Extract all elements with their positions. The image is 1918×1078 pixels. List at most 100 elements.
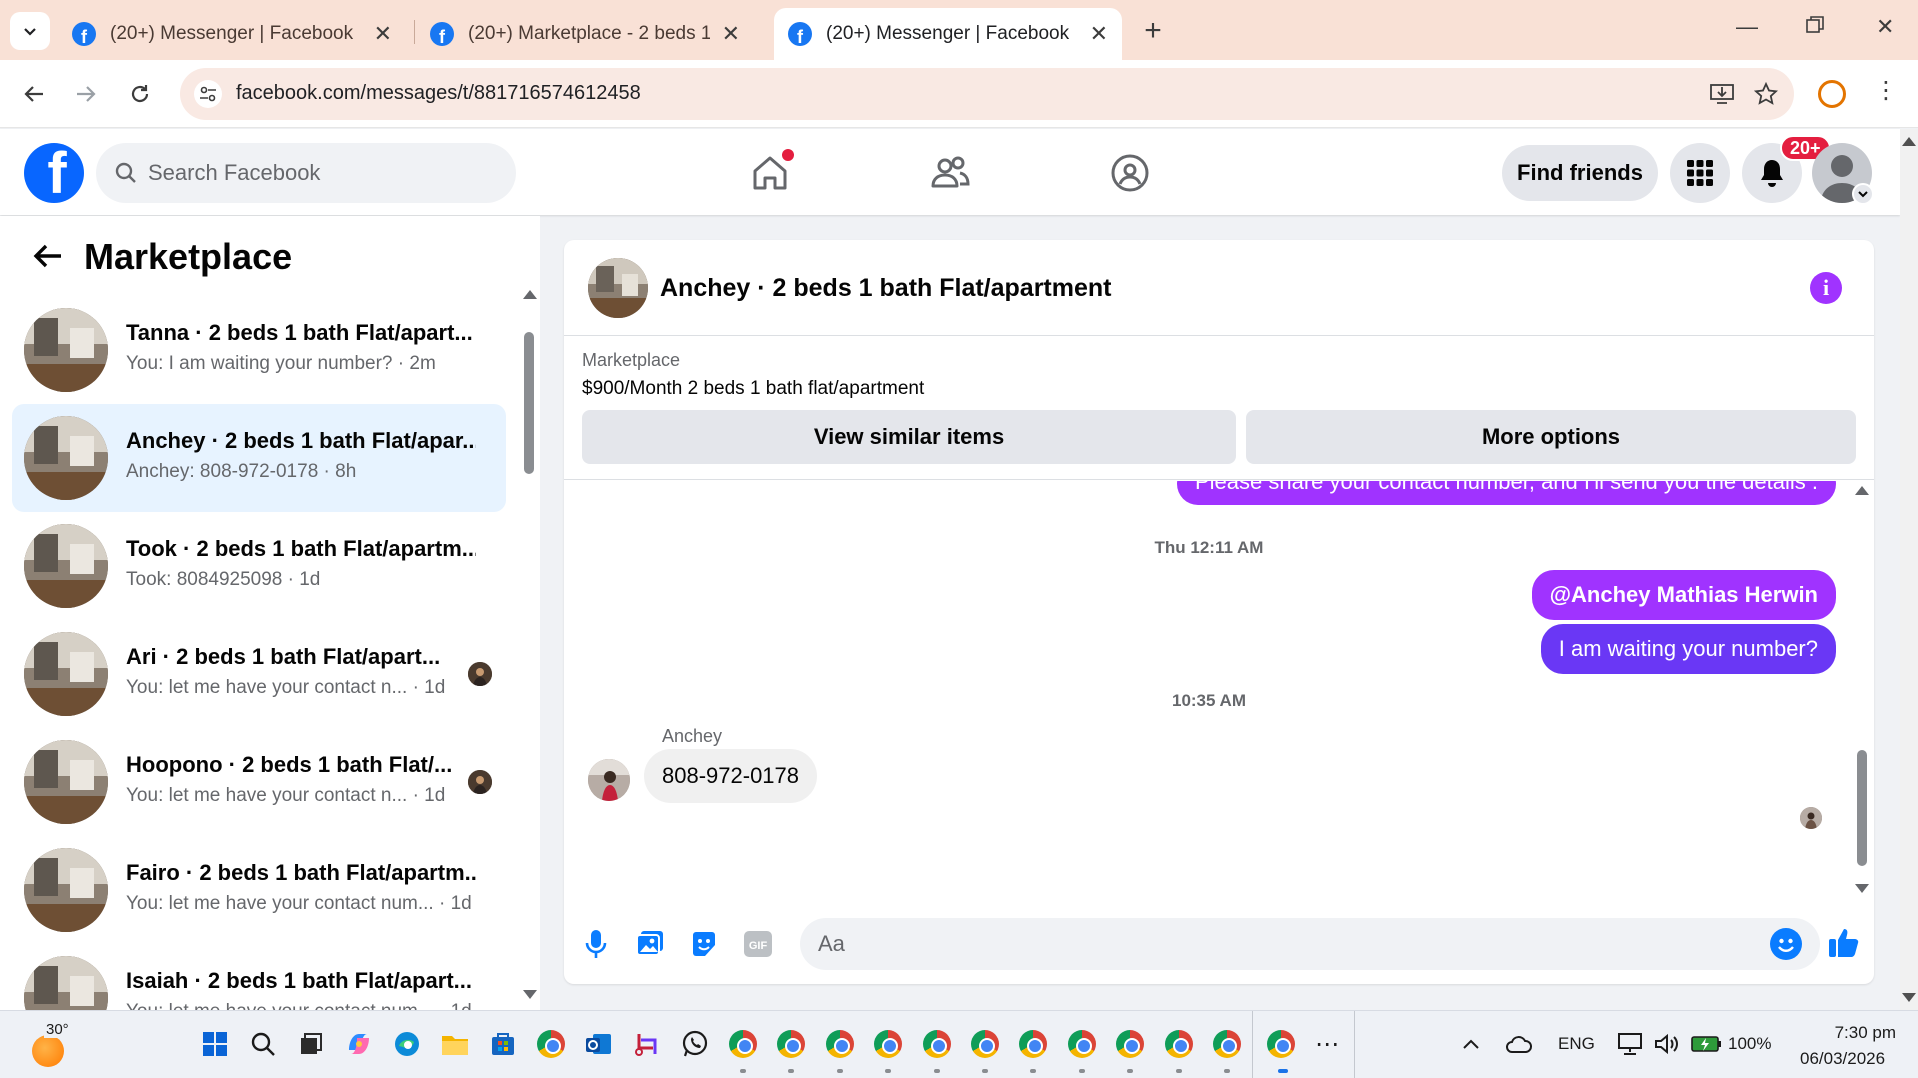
facebook-logo-icon[interactable]: f (24, 143, 84, 203)
chrome-window-icon[interactable] (871, 1027, 905, 1061)
new-tab-button[interactable]: + (1136, 14, 1170, 48)
scroll-up-arrow-icon[interactable] (1902, 137, 1916, 146)
conversation-item[interactable]: Ari · 2 beds 1 bath Flat/apart... You: le… (12, 620, 506, 728)
chrome-window-icon[interactable] (774, 1027, 808, 1061)
reload-button[interactable] (120, 74, 160, 114)
browser-menu-icon[interactable]: ⋮ (1874, 76, 1898, 105)
attach-photo-icon[interactable] (632, 926, 668, 962)
chrome-window-icon[interactable] (823, 1027, 857, 1061)
chrome-window-icon[interactable] (968, 1027, 1002, 1061)
home-nav-button[interactable] (744, 147, 796, 199)
listing-thumbnail[interactable] (588, 258, 648, 318)
outgoing-message-mention[interactable]: @Anchey Mathias Herwin (1531, 570, 1836, 620)
url-text[interactable]: facebook.com/messages/t/881716574612458 (236, 82, 641, 105)
input-language[interactable]: ENG (1558, 1034, 1595, 1054)
close-tab-icon[interactable]: ✕ (374, 21, 392, 47)
gif-icon[interactable]: GIF (740, 926, 776, 962)
site-info-icon[interactable] (194, 80, 222, 108)
chrome-window-icon[interactable] (726, 1027, 760, 1061)
task-view-icon[interactable] (294, 1027, 328, 1061)
more-options-button[interactable]: More options (1246, 410, 1856, 464)
conversation-scrollbar[interactable] (520, 290, 537, 1000)
chrome-window-icon[interactable] (920, 1027, 954, 1061)
outgoing-message-bubble[interactable]: I am waiting your number? (1540, 624, 1836, 674)
whatsapp-icon[interactable] (678, 1027, 712, 1061)
message-input-container[interactable] (800, 918, 1820, 970)
menu-grid-button[interactable] (1670, 143, 1730, 203)
chrome-window-icon[interactable] (1210, 1027, 1244, 1061)
search-icon[interactable] (246, 1027, 280, 1061)
scroll-down-arrow-icon[interactable] (1855, 884, 1869, 893)
outlook-icon[interactable] (582, 1027, 616, 1061)
address-bar[interactable]: facebook.com/messages/t/881716574612458 (180, 68, 1794, 120)
weather-widget[interactable]: 30° (30, 1021, 71, 1067)
browser-tab-1[interactable]: f (20+) Messenger | Facebook ✕ (58, 8, 406, 60)
browser-tab-3-active[interactable]: f (20+) Messenger | Facebook ✕ (774, 8, 1122, 60)
groups-nav-button[interactable] (1104, 147, 1156, 199)
chrome-window-icon[interactable] (1065, 1027, 1099, 1061)
network-icon[interactable] (1614, 1027, 1648, 1061)
browser-profile-icon[interactable] (1818, 80, 1846, 108)
close-window-icon[interactable]: ✕ (1876, 14, 1894, 40)
file-explorer-icon[interactable] (438, 1027, 472, 1061)
volume-icon[interactable] (1650, 1027, 1684, 1061)
conversation-item[interactable]: Hoopono · 2 beds 1 bath Flat/... You: let… (12, 728, 506, 836)
outgoing-message-bubble-cut[interactable]: Please share your contact number, and I'… (1176, 481, 1836, 505)
friends-nav-button[interactable] (924, 147, 976, 199)
chrome-window-icon[interactable] (1162, 1027, 1196, 1061)
scroll-down-arrow-icon[interactable] (1902, 993, 1916, 1002)
emoji-icon[interactable] (1770, 928, 1802, 960)
info-icon[interactable]: i (1810, 272, 1842, 304)
conversation-item[interactable]: Isaiah · 2 beds 1 bath Flat/apart... You:… (12, 944, 506, 1010)
conversation-item[interactable]: Anchey · 2 beds 1 bath Flat/apar... Anche… (12, 404, 506, 512)
show-hidden-icons-chevron-up-icon[interactable] (1454, 1027, 1488, 1061)
onedrive-cloud-icon[interactable] (1502, 1027, 1536, 1061)
facebook-search[interactable] (96, 143, 516, 203)
windows-start-icon[interactable] (198, 1027, 232, 1061)
search-input[interactable] (148, 153, 498, 193)
browser-tab-2[interactable]: f (20+) Marketplace - 2 beds 1 ba ✕ (416, 8, 754, 60)
thread-scrollbar[interactable] (1854, 486, 1870, 896)
conversation-item[interactable]: Took · 2 beds 1 bath Flat/apartm... Took:… (12, 512, 506, 620)
forward-button[interactable] (66, 74, 106, 114)
chrome-window-active[interactable] (1264, 1027, 1298, 1061)
scrollbar-thumb[interactable] (524, 332, 534, 474)
view-similar-items-button[interactable]: View similar items (582, 410, 1236, 464)
close-tab-icon[interactable]: ✕ (1090, 21, 1108, 47)
voice-clip-icon[interactable] (578, 926, 614, 962)
snipping-tool-icon[interactable] (630, 1027, 664, 1061)
conversation-item[interactable]: Fairo · 2 beds 1 bath Flat/apartm... You:… (12, 836, 506, 944)
chrome-window-icon[interactable] (1016, 1027, 1050, 1061)
scroll-up-arrow-icon[interactable] (1855, 486, 1869, 495)
restore-icon[interactable] (1806, 14, 1824, 40)
scroll-down-arrow-icon[interactable] (523, 990, 537, 999)
clock-date[interactable]: 06/03/2026 (1800, 1049, 1885, 1069)
chrome-window-icon[interactable] (1113, 1027, 1147, 1061)
more-apps-icon[interactable]: ⋯ (1310, 1027, 1344, 1061)
copilot-icon[interactable] (342, 1027, 376, 1061)
close-tab-icon[interactable]: ✕ (722, 21, 740, 47)
clock-time[interactable]: 7:30 pm (1810, 1023, 1896, 1043)
message-input[interactable] (818, 926, 1718, 962)
page-scrollbar[interactable] (1900, 129, 1918, 1010)
install-app-icon[interactable] (1708, 80, 1736, 108)
edge-icon[interactable] (390, 1027, 424, 1061)
find-friends-button[interactable]: Find friends (1502, 145, 1658, 201)
bookmark-star-icon[interactable] (1752, 80, 1780, 108)
thumbs-up-icon[interactable] (1826, 924, 1862, 960)
listing-description[interactable]: $900/Month 2 beds 1 bath flat/apartment (582, 378, 924, 400)
scroll-up-arrow-icon[interactable] (523, 290, 537, 299)
incoming-message-bubble[interactable]: 808-972-0178 (644, 749, 818, 803)
minimize-icon[interactable]: — (1736, 14, 1758, 40)
chat-title[interactable]: Anchey · 2 beds 1 bath Flat/apartment (660, 274, 1112, 303)
sticker-icon[interactable] (686, 926, 722, 962)
tab-search-button[interactable] (10, 12, 50, 50)
scrollbar-thumb[interactable] (1857, 750, 1867, 866)
back-button[interactable] (30, 238, 66, 274)
conversation-item[interactable]: Tanna · 2 beds 1 bath Flat/apart... You: … (12, 296, 506, 404)
microsoft-store-icon[interactable] (486, 1027, 520, 1061)
battery-charging-icon[interactable] (1690, 1027, 1724, 1061)
chrome-app-icon[interactable] (534, 1027, 568, 1061)
back-button[interactable] (14, 74, 54, 114)
sender-avatar[interactable] (588, 759, 630, 801)
